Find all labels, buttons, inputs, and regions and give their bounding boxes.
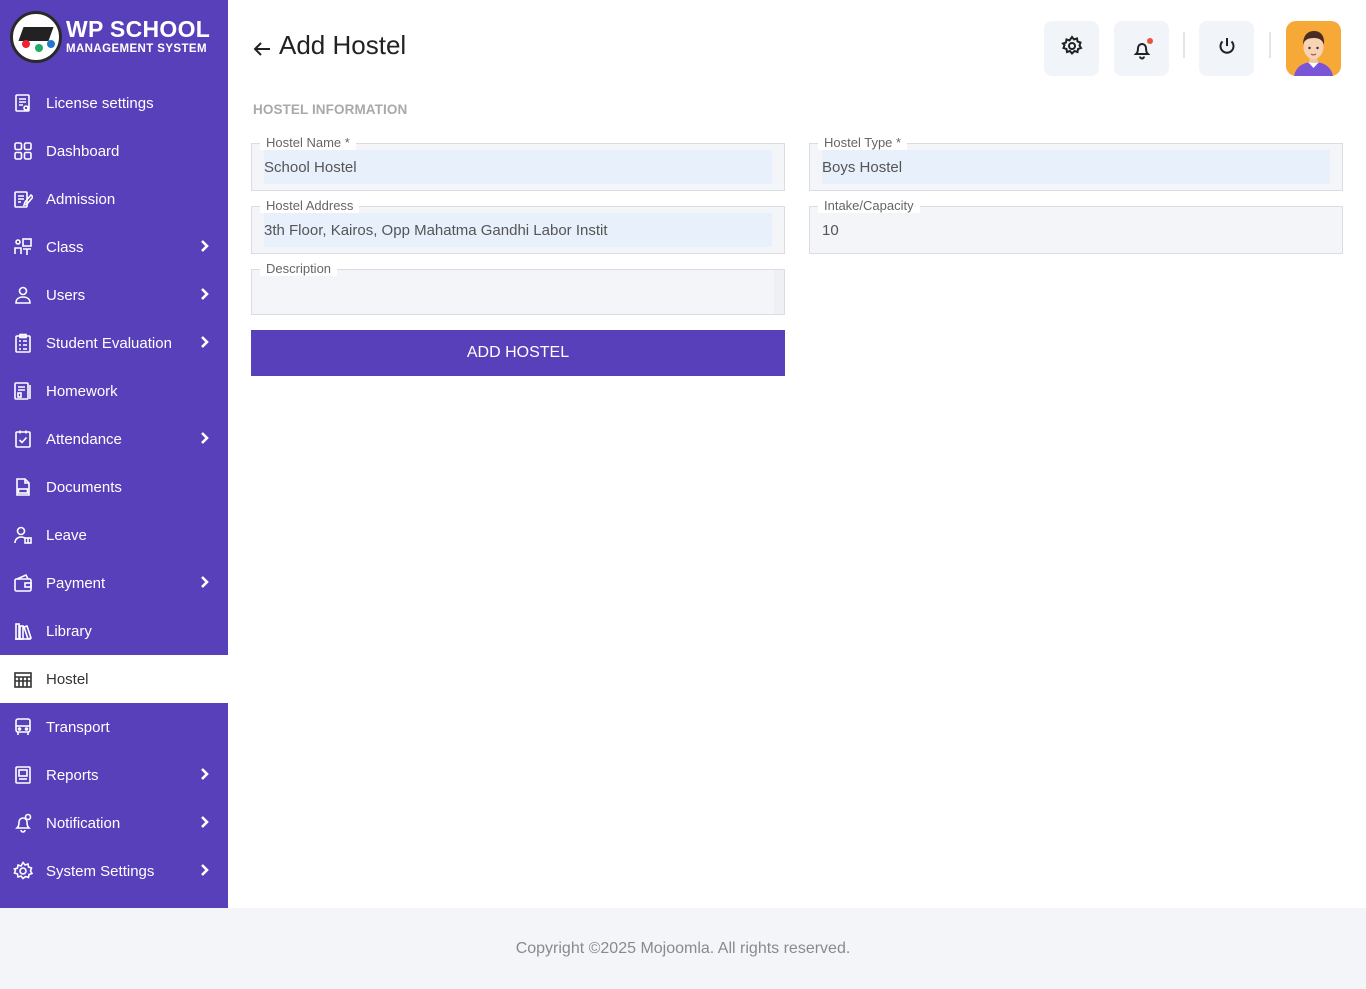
sidebar-item-label: Homework (46, 382, 118, 400)
leave-icon (12, 524, 34, 546)
library-icon (12, 620, 34, 642)
chevron-right-icon (198, 863, 212, 877)
chevron-right-icon (198, 287, 212, 301)
copyright-text: Copyright ©2025 Mojoomla. All rights res… (515, 939, 851, 957)
grid-icon (12, 140, 34, 162)
description-label: Description (260, 262, 338, 276)
avatar[interactable] (1286, 21, 1341, 76)
sidebar-item-library[interactable]: Library (0, 607, 228, 655)
sidebar-item-label: Library (46, 622, 92, 640)
sidebar-item-label: Class (46, 238, 84, 256)
sidebar-nav: License settings Dashboard Admission Cla… (0, 79, 228, 895)
sidebar-item-label: Documents (46, 478, 122, 496)
sidebar-item-license-settings[interactable]: License settings (0, 79, 228, 127)
sidebar-item-system-settings[interactable]: System Settings (0, 847, 228, 895)
brand-title: WP SCHOOL (66, 16, 211, 43)
admission-icon (12, 188, 34, 210)
hostel-address-field[interactable]: Hostel Address 3th Floor, Kairos, Opp Ma… (251, 199, 785, 254)
homework-icon (12, 380, 34, 402)
wallet-icon (12, 572, 34, 594)
sidebar-item-payment[interactable]: Payment (0, 559, 228, 607)
sidebar-item-leave[interactable]: Leave (0, 511, 228, 559)
sidebar-item-admission[interactable]: Admission (0, 175, 228, 223)
chevron-right-icon (198, 575, 212, 589)
sidebar-item-dashboard[interactable]: Dashboard (0, 127, 228, 175)
sidebar-item-label: System Settings (46, 862, 155, 880)
sidebar-item-label: Reports (46, 766, 99, 784)
back-arrow-icon[interactable] (251, 36, 273, 58)
sidebar-item-label: Notification (46, 814, 121, 832)
footer: Copyright ©2025 Mojoomla. All rights res… (0, 908, 1366, 989)
chevron-right-icon (198, 815, 212, 829)
capacity-label: Intake/Capacity (818, 199, 920, 213)
sidebar: WP SCHOOL MANAGEMENT SYSTEM License sett… (0, 0, 228, 908)
page-title-text: Add Hostel (279, 30, 407, 60)
notifications-button[interactable] (1114, 21, 1169, 76)
sidebar-item-label: Student Evaluation (46, 334, 172, 352)
chevron-right-icon (198, 335, 212, 349)
hostel-address-input[interactable]: 3th Floor, Kairos, Opp Mahatma Gandhi La… (264, 213, 772, 247)
section-title: HOSTEL INFORMATION (253, 102, 408, 117)
add-hostel-button[interactable]: ADD HOSTEL (251, 330, 785, 376)
sidebar-item-transport[interactable]: Transport (0, 703, 228, 751)
description-field[interactable]: Description (251, 262, 785, 315)
class-icon (12, 236, 34, 258)
header-divider (1269, 32, 1271, 58)
bell-icon (12, 812, 34, 834)
hostel-name-field[interactable]: Hostel Name * School Hostel (251, 136, 785, 191)
sidebar-item-documents[interactable]: Documents (0, 463, 228, 511)
sidebar-item-label: Users (46, 286, 86, 304)
sidebar-item-label: Leave (46, 526, 87, 544)
textarea-scrollbar[interactable] (774, 270, 784, 314)
hostel-type-label: Hostel Type * (818, 136, 908, 150)
sidebar-item-notification[interactable]: Notification (0, 799, 228, 847)
report-icon (12, 764, 34, 786)
bus-icon (12, 716, 34, 738)
hostel-type-select[interactable]: Boys Hostel (822, 150, 1330, 184)
description-textarea[interactable] (264, 276, 774, 308)
power-icon (1216, 35, 1238, 62)
page-title: Add Hostel (251, 30, 406, 61)
sidebar-item-label: Admission (46, 190, 116, 208)
chevron-right-icon (198, 767, 212, 781)
capacity-input[interactable]: 10 (822, 213, 1330, 247)
user-icon (12, 284, 34, 306)
hostel-icon (12, 668, 34, 690)
notification-dot (1146, 37, 1153, 44)
hostel-name-input[interactable]: School Hostel (264, 150, 772, 184)
sidebar-item-label: License settings (46, 94, 154, 112)
bell-icon (1131, 37, 1153, 60)
sidebar-item-users[interactable]: Users (0, 271, 228, 319)
sidebar-item-label: Attendance (46, 430, 122, 448)
sidebar-item-label: Hostel (46, 670, 89, 688)
sidebar-item-label: Dashboard (46, 142, 120, 160)
sidebar-item-reports[interactable]: Reports (0, 751, 228, 799)
gear-icon (1060, 35, 1083, 62)
logout-button[interactable] (1199, 21, 1254, 76)
sidebar-item-class[interactable]: Class (0, 223, 228, 271)
brand-subtitle: MANAGEMENT SYSTEM (66, 43, 207, 56)
evaluation-icon (12, 332, 34, 354)
hostel-name-label: Hostel Name * (260, 136, 356, 150)
school-logo-icon (10, 11, 62, 63)
license-icon (12, 92, 34, 114)
settings-button[interactable] (1044, 21, 1099, 76)
gear-icon (12, 860, 34, 882)
sidebar-item-hostel[interactable]: Hostel (0, 655, 228, 703)
chevron-right-icon (198, 239, 212, 253)
attendance-icon (12, 428, 34, 450)
sidebar-item-label: Payment (46, 574, 106, 592)
sidebar-item-attendance[interactable]: Attendance (0, 415, 228, 463)
hostel-type-field[interactable]: Hostel Type * Boys Hostel (809, 136, 1343, 191)
hostel-address-label: Hostel Address (260, 199, 360, 213)
document-icon (12, 476, 34, 498)
brand-logo[interactable]: WP SCHOOL MANAGEMENT SYSTEM (10, 11, 210, 63)
sidebar-item-homework[interactable]: Homework (0, 367, 228, 415)
capacity-field[interactable]: Intake/Capacity 10 (809, 199, 1343, 254)
header-divider (1183, 32, 1185, 58)
sidebar-item-student-evaluation[interactable]: Student Evaluation (0, 319, 228, 367)
chevron-right-icon (198, 431, 212, 445)
sidebar-item-label: Transport (46, 718, 110, 736)
